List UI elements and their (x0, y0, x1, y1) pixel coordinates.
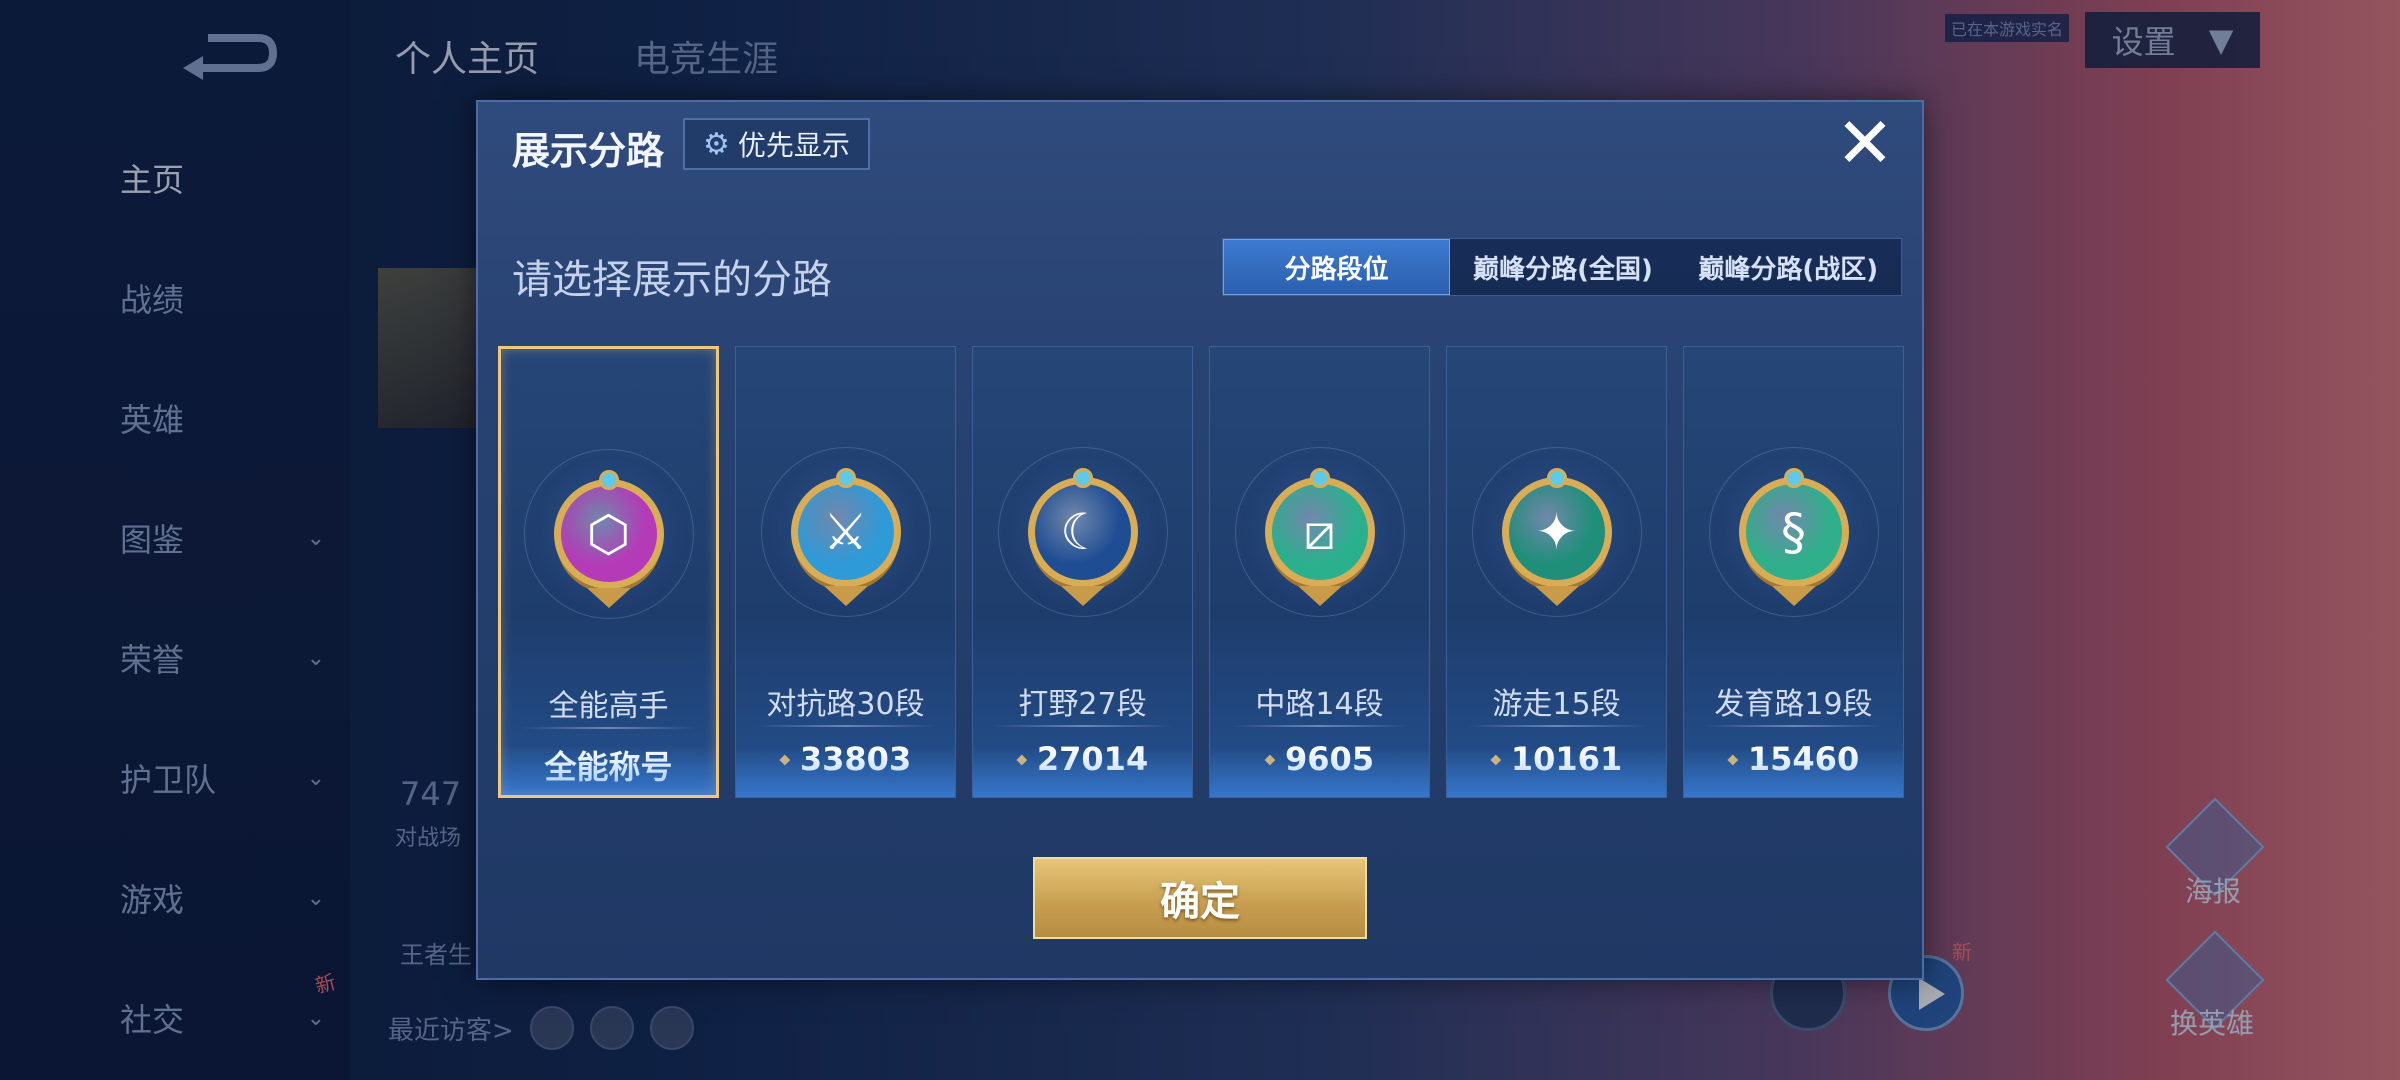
lane-card[interactable]: ⬡全能高手全能称号 (498, 346, 719, 798)
lane-tabs: 分路段位 巅峰分路(全国) 巅峰分路(战区) (1222, 238, 1902, 296)
card-glow (1447, 747, 1666, 797)
divider (756, 725, 935, 727)
lane-tab[interactable]: 巅峰分路(全国) (1450, 239, 1675, 295)
divider (1704, 725, 1883, 727)
card-glow (501, 745, 716, 795)
lane-card-name: 全能高手 (548, 689, 669, 724)
farm-lane-emblem-icon: § (1738, 477, 1849, 587)
lane-card[interactable]: ⧄中路14段⬩9605 (1209, 346, 1430, 798)
priority-display-label: 优先显示 (737, 129, 850, 162)
close-icon[interactable]: ✕ (1830, 108, 1900, 178)
divider (1230, 725, 1409, 727)
lane-card[interactable]: ⚔对抗路30段⬩33803 (735, 346, 956, 798)
lane-tab[interactable]: 分路段位 (1223, 239, 1451, 295)
lane-card[interactable]: ☾打野27段⬩27014 (972, 346, 1193, 798)
lane-card[interactable]: ✦游走15段⬩10161 (1446, 346, 1667, 798)
dialog-subtitle: 请选择展示的分路 (512, 257, 832, 303)
jungle-emblem-icon: ☾ (1027, 477, 1138, 587)
divider (521, 727, 696, 729)
roam-emblem-icon: ✦ (1501, 477, 1612, 587)
lane-card-name: 发育路19段 (1714, 687, 1873, 722)
divider (993, 725, 1172, 727)
lane-cards: ⬡全能高手全能称号⚔对抗路30段⬩33803☾打野27段⬩27014⧄中路14段… (498, 346, 1904, 798)
mid-lane-emblem-icon: ⧄ (1264, 477, 1375, 587)
allround-emblem-icon: ⬡ (553, 479, 664, 589)
lane-card-name: 中路14段 (1255, 687, 1384, 722)
card-glow (973, 747, 1192, 797)
lane-card[interactable]: §发育路19段⬩15460 (1683, 346, 1904, 798)
priority-display-button[interactable]: ⚙ 优先显示 (683, 118, 870, 170)
card-glow (736, 747, 955, 797)
card-glow (1210, 747, 1429, 797)
gear-icon: ⚙ (703, 126, 730, 162)
lane-display-dialog: 展示分路 ⚙ 优先显示 ✕ 请选择展示的分路 分路段位 巅峰分路(全国) 巅峰分路(… (476, 100, 1924, 980)
lane-card-name: 对抗路30段 (766, 687, 925, 722)
dialog-title: 展示分路 (512, 129, 665, 173)
divider (1467, 725, 1646, 727)
lane-tab[interactable]: 巅峰分路(战区) (1676, 239, 1901, 295)
lane-card-name: 游走15段 (1492, 687, 1621, 722)
card-glow (1684, 747, 1903, 797)
lane-card-name: 打野27段 (1018, 687, 1147, 722)
clash-lane-emblem-icon: ⚔ (790, 477, 901, 587)
confirm-button[interactable]: 确定 (1033, 857, 1367, 939)
